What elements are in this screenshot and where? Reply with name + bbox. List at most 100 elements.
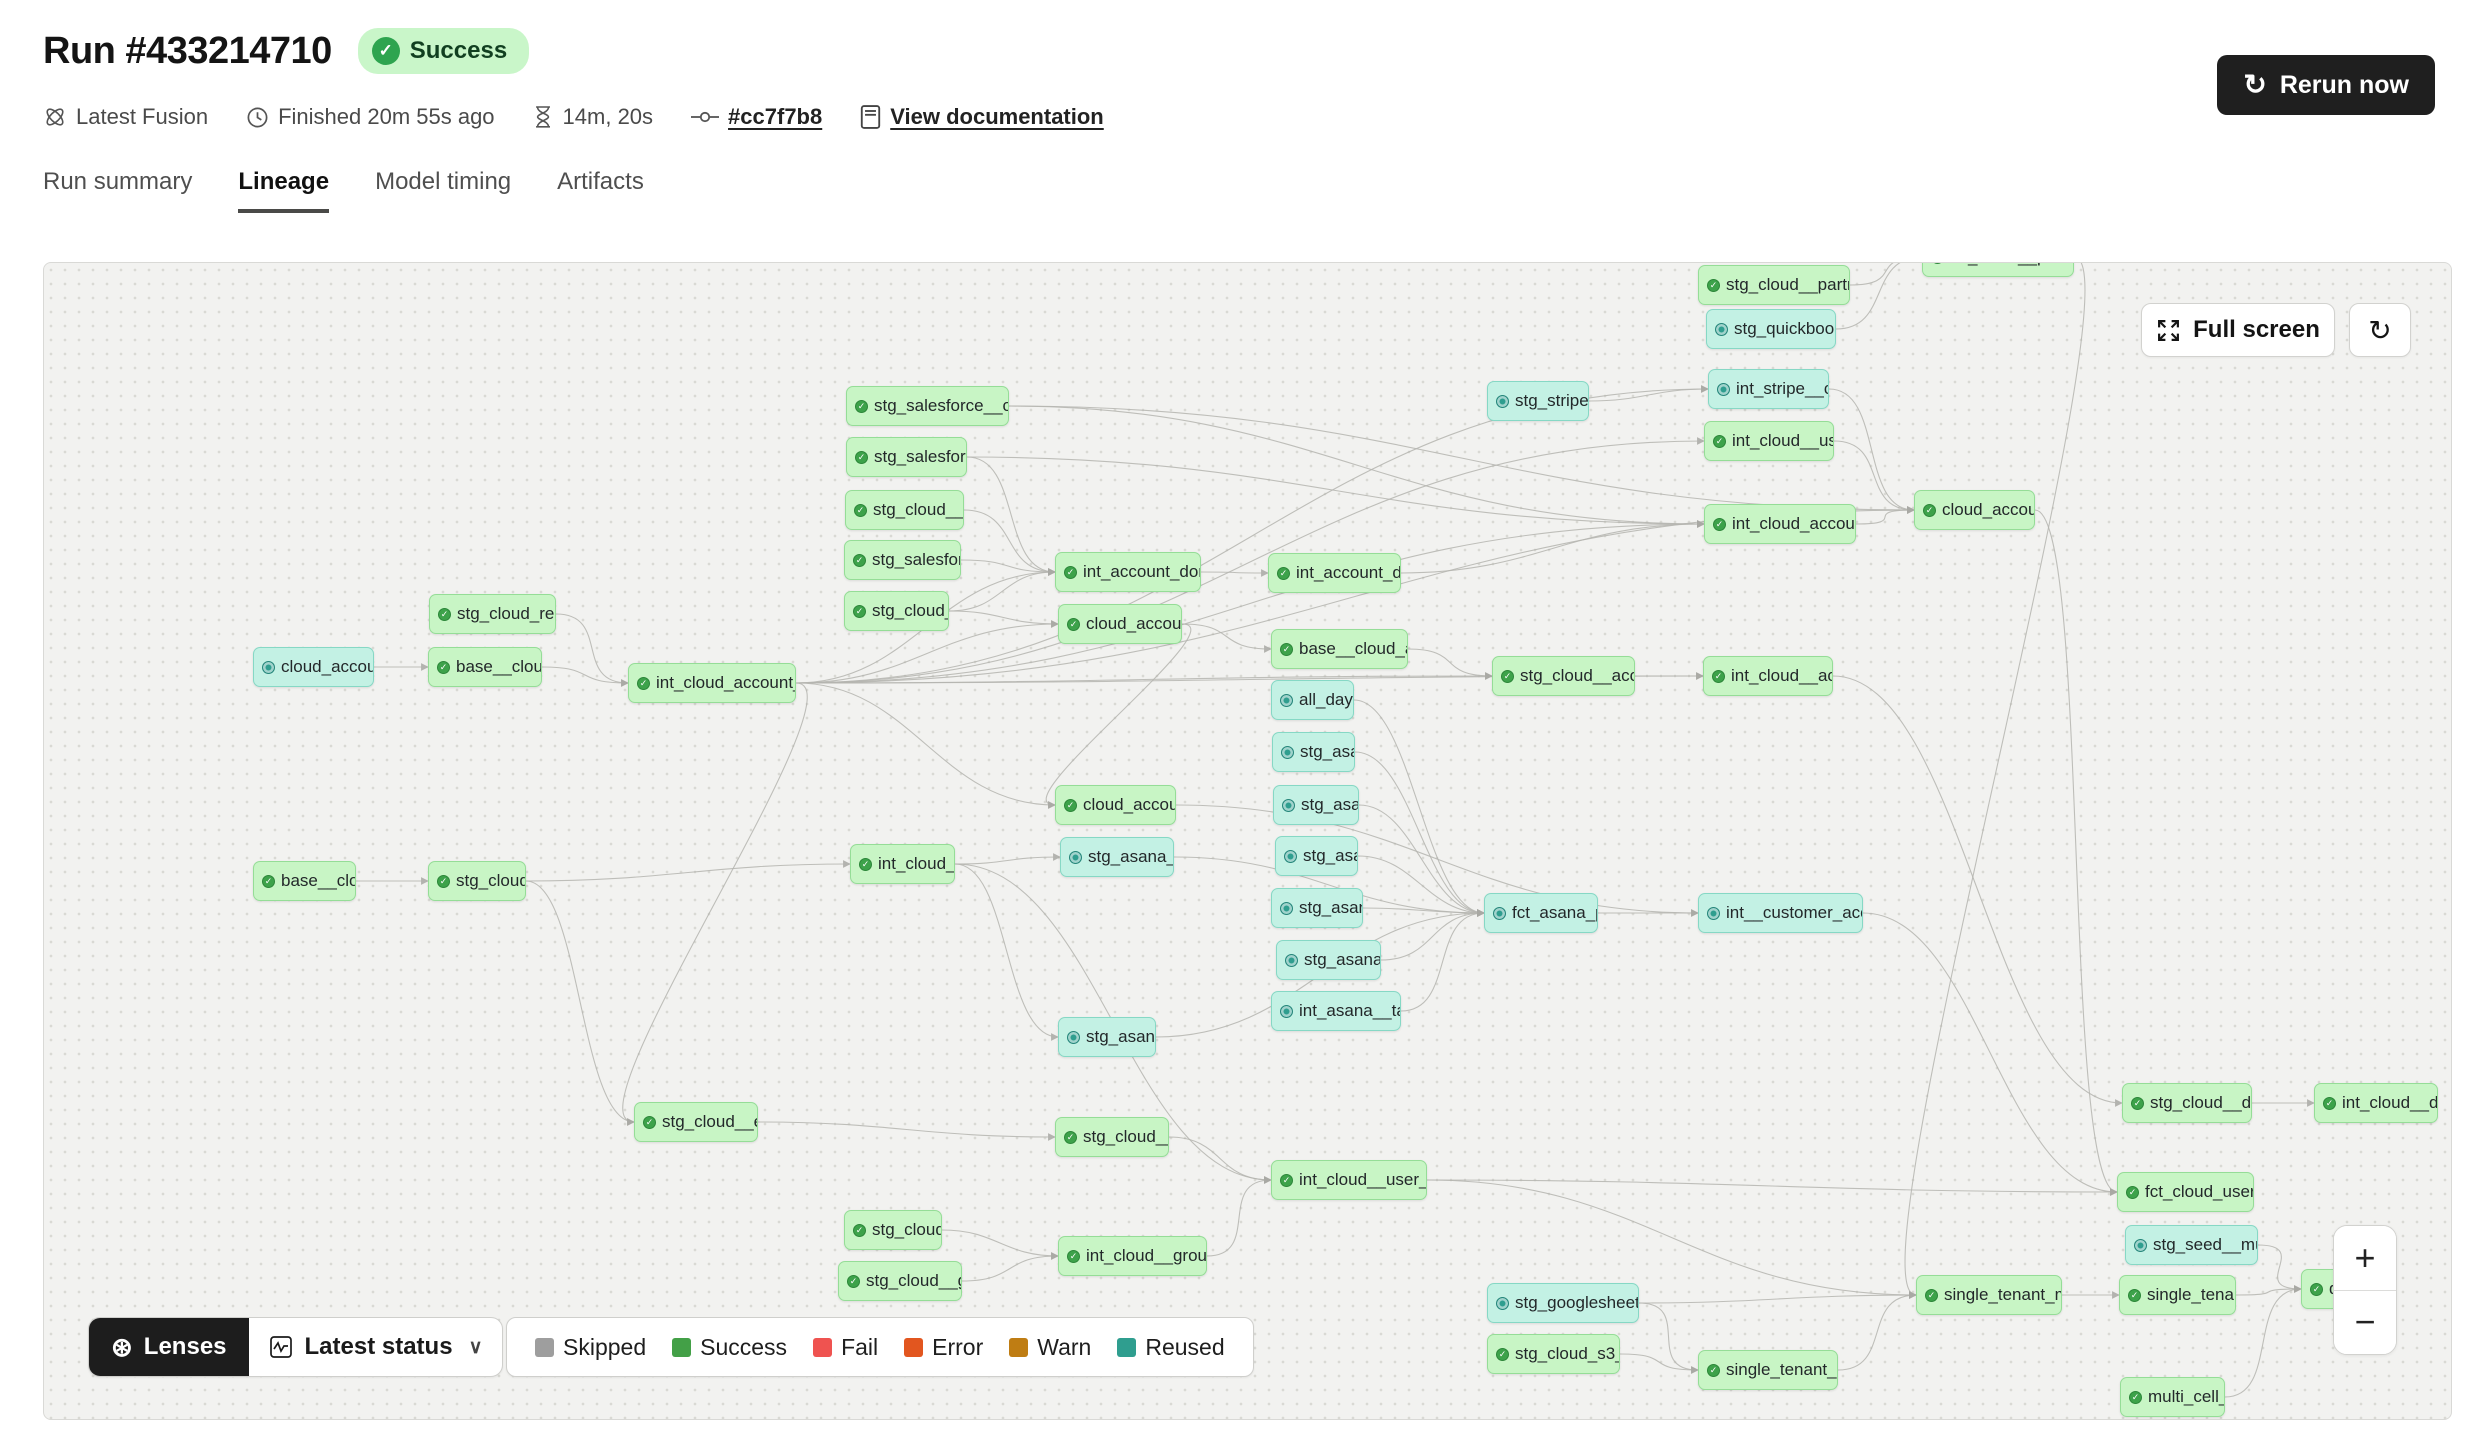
lineage-canvas[interactable]: ✓stg_salesforce__cloud_…✓stg_salesforce_… <box>43 262 2452 1420</box>
lineage-node[interactable]: ✓stg_cloud__accounts… <box>1492 656 1635 696</box>
lineage-node[interactable]: int_asana__task_s… <box>1271 991 1401 1031</box>
lineage-node[interactable]: stg_asana__pr… <box>1276 940 1381 980</box>
lineage-node[interactable]: ✓stg_cloud__us… <box>845 490 964 530</box>
lineage-node[interactable]: ✓int_cloud__user_group… <box>1271 1160 1427 1200</box>
lineage-node[interactable]: int_stripe__custo… <box>1708 369 1829 409</box>
lineage-node[interactable]: cloud_account… <box>253 647 374 687</box>
success-status-icon: ✓ <box>859 858 872 871</box>
zoom-out-button[interactable]: − <box>2334 1291 2396 1355</box>
node-label: base__cloud_… <box>456 657 542 677</box>
lineage-node[interactable]: stg_seed__multireg… <box>2125 1225 2258 1265</box>
lineage-node[interactable]: ✓stg_cloud_… <box>428 861 526 901</box>
success-status-icon: ✓ <box>1925 1289 1938 1302</box>
lineage-node[interactable]: ✓cloud_account… <box>1914 490 2035 530</box>
lineage-node[interactable]: stg_asana… <box>1275 836 1358 876</box>
lineage-node[interactable]: ✓int_cloud_account_ma… <box>1704 504 1856 544</box>
full-screen-button[interactable]: Full screen <box>2141 303 2335 357</box>
legend-item-warn: Warn <box>1009 1334 1091 1361</box>
lineage-node[interactable]: ✓stg_cloud_… <box>844 1210 942 1250</box>
status-filter-dropdown[interactable]: Latest status ∨ <box>249 1318 503 1376</box>
lineage-node[interactable]: stg_asana__tas… <box>1060 837 1174 877</box>
success-status-icon: ✓ <box>854 504 867 517</box>
lineage-node[interactable]: ✓multi_cell_m… <box>2120 1377 2225 1417</box>
node-label: int_cloud_account__m… <box>656 673 796 693</box>
zoom-in-button[interactable]: + <box>2334 1226 2396 1291</box>
hourglass-icon <box>533 106 554 129</box>
lineage-node[interactable]: fct_asana_proj… <box>1484 893 1598 933</box>
lineage-node[interactable]: ✓stg_cloud__us… <box>1055 1117 1169 1157</box>
lineage-node[interactable]: stg_asana__… <box>1058 1017 1156 1057</box>
lineage-node[interactable]: ✓cloud_account_… <box>1055 785 1176 825</box>
lenses-button[interactable]: ⊛ Lenses <box>89 1318 249 1376</box>
lineage-node[interactable]: ✓int_account_dom… <box>1268 553 1401 593</box>
lineage-node[interactable]: ✓int_cloud__user_ac… <box>1704 421 1834 461</box>
tab-run-summary[interactable]: Run summary <box>43 168 192 213</box>
lineage-node[interactable]: ✓int_cloud__us… <box>850 844 955 884</box>
lineage-node[interactable]: ✓int_cloud__accoun… <box>1703 656 1833 696</box>
success-status-icon: ✓ <box>262 875 275 888</box>
success-status-icon: ✓ <box>643 1116 656 1129</box>
status-badge: ✓ Success <box>358 28 529 74</box>
lineage-node[interactable]: ✓int_account_domain… <box>1055 552 1201 592</box>
node-label: stg_cloud_region… <box>457 604 556 624</box>
tab-lineage[interactable]: Lineage <box>238 168 329 213</box>
lineage-node[interactable]: ✓stg_cloud_s3_singl… <box>1487 1334 1620 1374</box>
lineage-node[interactable]: ✓stg_salesforce_… <box>846 437 967 477</box>
lineage-node[interactable]: ✓base__clou… <box>253 861 356 901</box>
lineage-node[interactable]: all_days <box>1271 680 1354 720</box>
reused-status-icon <box>1280 694 1293 707</box>
lineage-node[interactable]: ✓base__cloud_… <box>428 647 542 687</box>
node-label: stg_cloud_… <box>456 871 526 891</box>
node-label: stg_salesforce__cloud_… <box>874 396 1009 416</box>
lineage-node[interactable]: ✓int_cloud_account__m… <box>628 663 796 703</box>
lineage-node[interactable]: ✓stg_cloud__group… <box>838 1261 962 1301</box>
commit-link[interactable]: #cc7f7b8 <box>728 104 822 130</box>
success-status-icon: ✓ <box>855 451 868 464</box>
lineage-node[interactable]: ✓int_cloud__partner_con… <box>1922 262 2074 277</box>
success-status-icon: ✓ <box>1064 799 1077 812</box>
tab-model-timing[interactable]: Model timing <box>375 168 511 213</box>
clock-icon <box>246 106 269 129</box>
lineage-node[interactable]: ✓fct_cloud_user_acc… <box>2117 1172 2254 1212</box>
lineage-node[interactable]: stg_stripe__c… <box>1487 381 1589 421</box>
canvas-refresh-button[interactable]: ↻ <box>2349 303 2411 357</box>
lineage-node[interactable]: ✓stg_cloud__devel… <box>2122 1083 2252 1123</box>
tab-artifacts[interactable]: Artifacts <box>557 168 644 213</box>
lineage-node[interactable]: int__customer_account… <box>1698 893 1863 933</box>
lineage-node[interactable]: ✓int_cloud__group_per… <box>1058 1236 1207 1276</box>
success-status-icon: ✓ <box>1280 643 1293 656</box>
lineage-node[interactable]: ✓stg_salesforce__cloud_… <box>846 386 1009 426</box>
lineage-node[interactable]: ✓stg_cloud__email… <box>634 1102 758 1142</box>
lineage-node[interactable]: ✓stg_cloud__partner_c… <box>1698 265 1850 305</box>
lineage-node[interactable]: stg_googlesheets__sin… <box>1487 1283 1639 1323</box>
lineage-node[interactable]: ✓base__cloud_acco… <box>1271 629 1408 669</box>
lineage-node[interactable]: ✓stg_salesforce… <box>844 540 961 580</box>
pulse-chart-icon <box>269 1335 293 1359</box>
node-label: cloud_account… <box>1942 500 2035 520</box>
node-label: stg_asana__… <box>1086 1027 1156 1047</box>
lineage-node[interactable]: ✓stg_cloud_region… <box>429 594 556 634</box>
success-status-icon: ✓ <box>2128 1289 2141 1302</box>
legend-swatch <box>1117 1338 1136 1357</box>
duration-label: 14m, 20s <box>563 104 654 130</box>
rerun-now-button[interactable]: ↻ Rerun now <box>2217 55 2435 115</box>
lineage-node[interactable]: ✓single_tenant_mapp… <box>1916 1275 2062 1315</box>
success-status-icon: ✓ <box>1064 566 1077 579</box>
commit-icon <box>691 108 719 126</box>
lineage-node[interactable]: stg_quickbooks__a… <box>1706 309 1836 349</box>
legend-swatch <box>904 1338 923 1357</box>
success-status-icon: ✓ <box>1280 1174 1293 1187</box>
lineage-node[interactable]: ✓single_tenant_map… <box>1698 1350 1838 1390</box>
lineage-node[interactable]: ✓stg_cloud__… <box>844 591 949 631</box>
lineage-node[interactable]: stg_asana__… <box>1271 888 1363 928</box>
reused-status-icon <box>1067 1031 1080 1044</box>
lineage-node[interactable]: stg_asana… <box>1272 732 1355 772</box>
lineage-node[interactable]: stg_asana_… <box>1273 785 1359 825</box>
reused-status-icon <box>1281 746 1294 759</box>
lineage-node[interactable]: ✓ single_tenant_… <box>2119 1275 2236 1315</box>
node-label: single_tenant_… <box>2147 1285 2236 1305</box>
node-label: stg_cloud_… <box>872 1220 942 1240</box>
view-documentation-link[interactable]: View documentation <box>890 104 1104 130</box>
lineage-node[interactable]: ✓int_cloud__devel… <box>2314 1083 2438 1123</box>
lineage-node[interactable]: ✓cloud_accounts_… <box>1058 604 1182 644</box>
